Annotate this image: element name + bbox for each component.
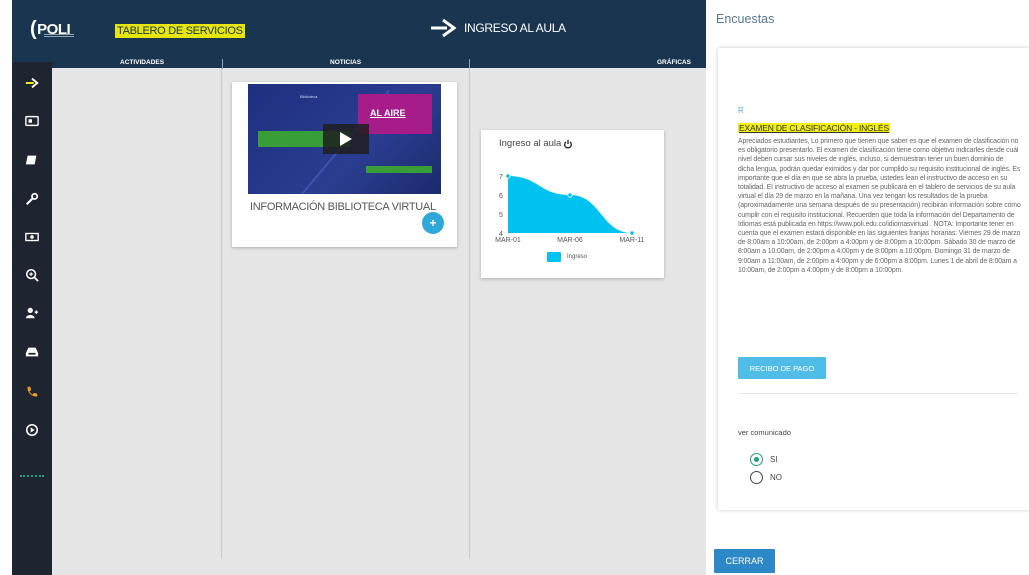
x-tick-label: MAR-11 xyxy=(619,237,644,244)
classroom-label: INGRESO AL AULA xyxy=(464,21,566,35)
y-tick-label: 5 xyxy=(499,212,503,219)
sidebar xyxy=(12,62,52,575)
radio-no[interactable]: NO xyxy=(750,471,782,484)
sidebar-item-payments[interactable] xyxy=(20,228,44,246)
chart-title-wrap: Ingreso al aula xyxy=(499,138,573,149)
chart-title: Ingreso al aula xyxy=(499,138,562,149)
zoom-in-icon xyxy=(25,268,39,282)
panel-mark: R xyxy=(738,106,744,115)
play-icon xyxy=(340,132,352,146)
on-air-label: AL AIRE xyxy=(370,108,406,118)
sidebar-item-classroom[interactable] xyxy=(20,74,44,92)
poli-logo[interactable]: ( POLI xyxy=(30,12,74,46)
board-title[interactable]: TABLERO DE SERVICIOS xyxy=(115,24,245,38)
radio-button-checked[interactable] xyxy=(750,453,763,466)
power-icon[interactable] xyxy=(563,139,573,149)
legend-swatch xyxy=(547,252,561,262)
book-icon xyxy=(25,155,37,165)
exam-body: Apreciados estudiantes, Lo primero que t… xyxy=(738,138,1021,274)
panel-heading: Encuestas xyxy=(716,12,775,26)
chart-plot: 7654MAR-01 MAR-06 MAR-11 xyxy=(495,173,645,244)
add-user-icon xyxy=(25,307,39,319)
phone-icon xyxy=(27,386,38,397)
money-icon xyxy=(25,232,39,242)
x-tick-label: MAR-06 xyxy=(557,237,583,244)
sidebar-item-library[interactable] xyxy=(20,151,44,169)
sidebar-item-add-user[interactable] xyxy=(20,304,44,322)
view-notice-label: ver comunicado xyxy=(738,428,791,437)
sidebar-item-media[interactable] xyxy=(20,421,44,439)
y-tick-label: 6 xyxy=(499,193,503,200)
arrow-right-icon xyxy=(25,77,39,89)
arrow-right-icon xyxy=(431,18,457,38)
receipt-button[interactable]: RECIBO DE PAGO xyxy=(738,357,826,379)
sidebar-item-inbox[interactable] xyxy=(20,343,44,361)
tab-activities[interactable]: ACTIVIDADES xyxy=(120,59,164,66)
tab-news[interactable]: NOTICIAS xyxy=(330,59,361,66)
tab-charts[interactable]: GRÁFICAS xyxy=(657,59,691,66)
data-point[interactable] xyxy=(505,173,511,179)
sub-navigation: ACTIVIDADES NOTICIAS GRÁFICAS xyxy=(12,58,706,69)
chart-legend[interactable]: Ingreso xyxy=(547,252,587,262)
legend-label: Ingreso xyxy=(567,254,588,260)
play-button[interactable] xyxy=(323,124,369,154)
left-margin xyxy=(0,0,12,575)
sidebar-item-search[interactable] xyxy=(20,266,44,284)
x-tick-label: MAR-01 xyxy=(495,237,521,244)
radio-label: NO xyxy=(770,473,782,482)
sidebar-dots xyxy=(20,475,44,479)
logo-bracket: ( xyxy=(30,17,37,40)
chart-card: Ingreso al aula 7 6 5 4 MAR-01 MAR-06 MAR-11 I… xyxy=(481,130,664,278)
panel-divider xyxy=(738,393,1018,394)
logo-underline xyxy=(44,34,74,37)
classroom-link[interactable]: INGRESO AL AULA xyxy=(430,18,566,38)
exam-title: EXAMEN DE CLASIFICACIÓN - INGLÉS xyxy=(738,123,890,133)
play-circle-icon xyxy=(25,423,39,437)
y-tick-label: 7 xyxy=(499,174,503,181)
inbox-icon xyxy=(25,347,39,357)
add-button[interactable]: + xyxy=(422,212,444,234)
survey-card: R EXAMEN DE CLASIFICACIÓN - INGLÉS Aprec… xyxy=(718,48,1029,510)
thumbnail-caption: Biblioteca xyxy=(300,94,318,99)
sidebar-item-id[interactable] xyxy=(20,112,44,130)
news-card[interactable]: Biblioteca AL AIRE INFORMACIÓN BIBLIOTEC… xyxy=(232,82,457,247)
column-divider xyxy=(221,68,222,558)
data-point[interactable] xyxy=(567,192,573,198)
on-air-banner: AL AIRE xyxy=(358,94,432,134)
video-thumbnail[interactable]: Biblioteca AL AIRE xyxy=(248,84,441,194)
series-area-ingreso xyxy=(508,176,632,233)
wrench-icon xyxy=(26,192,39,205)
thumbnail-green-bar xyxy=(366,166,432,173)
close-button[interactable]: CERRAR xyxy=(714,549,775,573)
data-point[interactable] xyxy=(629,230,635,236)
radio-label: SI xyxy=(770,455,778,464)
card-title: INFORMACIÓN BIBLIOTECA VIRTUAL xyxy=(250,201,436,213)
subnav-separator xyxy=(222,59,223,69)
id-card-icon xyxy=(25,115,39,127)
sidebar-item-tools[interactable] xyxy=(20,190,44,208)
radio-yes[interactable]: SI xyxy=(750,453,778,466)
dashboard-background: ( POLI TABLERO DE SERVICIOS INGRESO AL A… xyxy=(0,0,706,575)
radio-button[interactable] xyxy=(750,471,763,484)
column-divider xyxy=(469,68,470,558)
top-bar: ( POLI TABLERO DE SERVICIOS INGRESO AL A… xyxy=(12,0,706,62)
sidebar-item-contact[interactable] xyxy=(20,383,44,401)
